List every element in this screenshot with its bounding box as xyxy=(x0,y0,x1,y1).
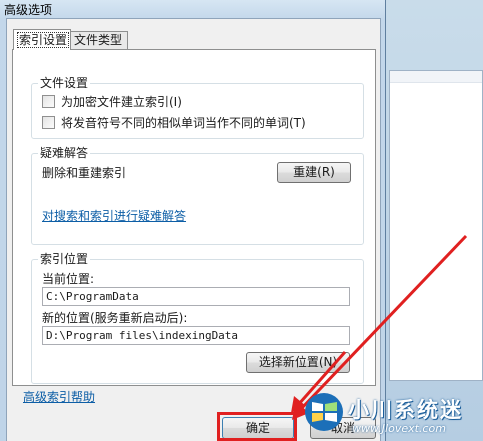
new-location-label: 新的位置(服务重新启动后): xyxy=(42,311,188,325)
advanced-indexing-help-link[interactable]: 高级索引帮助 xyxy=(23,388,95,405)
watermark: 小川系统迷 www.Jlovext.com xyxy=(300,392,483,441)
watermark-brand: 小川系统迷 xyxy=(348,398,463,422)
tab-index-settings[interactable]: 索引设置 xyxy=(13,29,71,50)
dialog-title: 高级选项 xyxy=(4,3,53,17)
tab-panel-index-settings: 文件设置 为加密文件建立索引(I) 将发音符号不同的相似单词当作不同的单词(T)… xyxy=(12,49,376,386)
advanced-options-dialog: 高级选项 索引设置 文件类型 文件设置 为加密文件建立索引(I) 将发音符号不同… xyxy=(0,0,386,441)
watermark-logo-icon xyxy=(305,393,343,431)
encrypted-files-checkbox[interactable] xyxy=(42,94,55,108)
tab-file-types[interactable]: 文件类型 xyxy=(70,31,128,49)
index-location-group: 索引位置 当前位置: C:\ProgramData 新的位置(服务重新启动后):… xyxy=(31,252,364,384)
select-new-location-button[interactable]: 选择新位置(N) xyxy=(246,352,350,373)
ok-button-highlight-box xyxy=(217,412,297,441)
background-window-content xyxy=(389,70,483,381)
troubleshoot-title: 疑难解答 xyxy=(38,146,91,160)
troubleshoot-link[interactable]: 对搜索和索引进行疑难解答 xyxy=(42,207,186,224)
watermark-url: www.Jlovext.com xyxy=(352,422,446,435)
file-settings-group: 文件设置 为加密文件建立索引(I) 将发音符号不同的相似单词当作不同的单词(T) xyxy=(31,76,364,139)
dialog-client-area: 索引设置 文件类型 文件设置 为加密文件建立索引(I) 将发音符号不同的相似单词… xyxy=(6,18,381,441)
index-location-title: 索引位置 xyxy=(38,252,91,266)
diacritics-label: 将发音符号不同的相似单词当作不同的单词(T) xyxy=(61,115,306,130)
file-settings-title: 文件设置 xyxy=(38,76,91,90)
diacritics-option[interactable]: 将发音符号不同的相似单词当作不同的单词(T) xyxy=(42,114,306,130)
background-window xyxy=(372,0,483,441)
encrypted-files-option[interactable]: 为加密文件建立索引(I) xyxy=(42,93,182,109)
encrypted-files-label: 为加密文件建立索引(I) xyxy=(61,94,182,109)
current-location-label: 当前位置: xyxy=(42,272,95,286)
troubleshoot-group: 疑难解答 删除和重建索引 重建(R) 对搜索和索引进行疑难解答 xyxy=(31,146,364,245)
current-location-field[interactable]: C:\ProgramData xyxy=(42,287,350,306)
diacritics-checkbox[interactable] xyxy=(42,115,55,129)
rebuild-button[interactable]: 重建(R) xyxy=(277,162,351,183)
new-location-field[interactable]: D:\Program files\indexingData xyxy=(42,326,350,345)
rebuild-description: 删除和重建索引 xyxy=(42,166,127,180)
